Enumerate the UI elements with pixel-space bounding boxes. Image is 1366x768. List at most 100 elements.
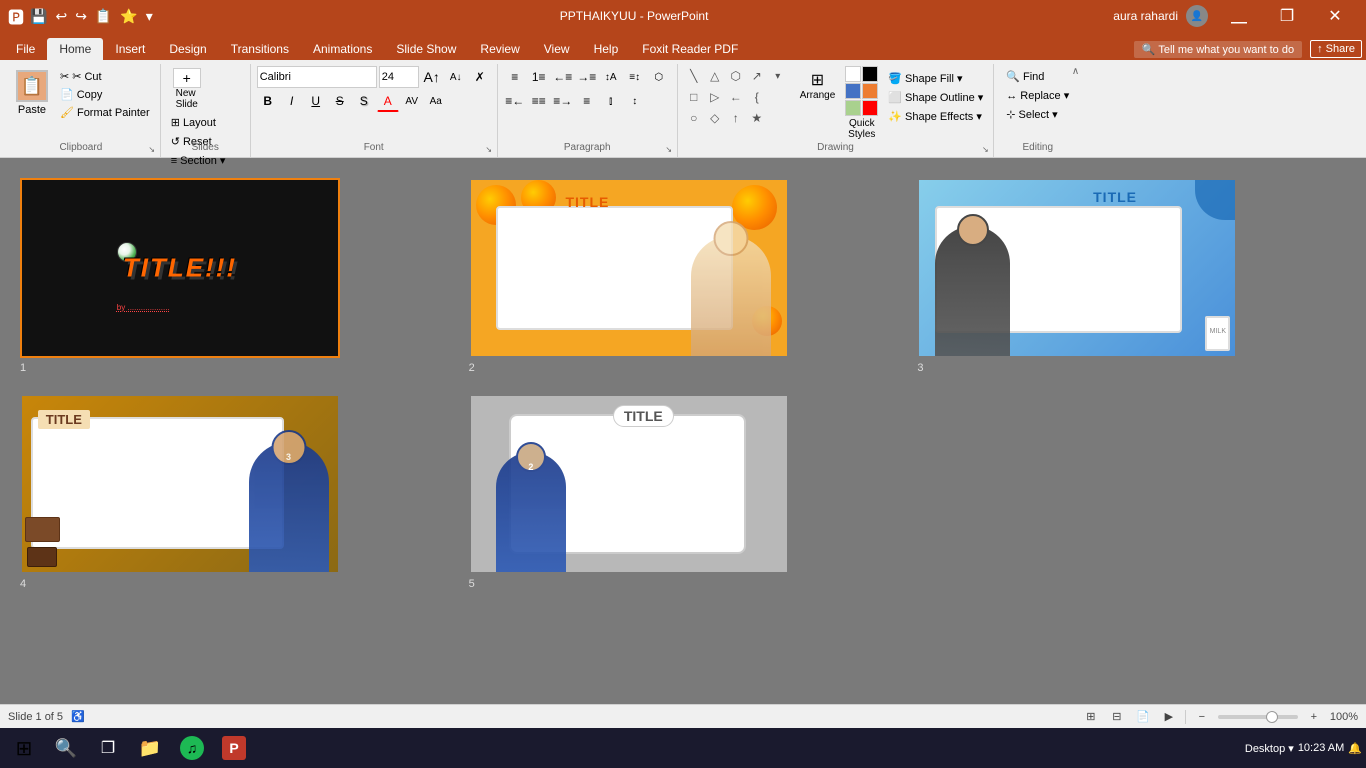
italic-button[interactable]: I bbox=[281, 90, 303, 112]
shape-left-arrow[interactable]: ← bbox=[726, 87, 746, 107]
present-quick-access[interactable]: 📋 bbox=[95, 8, 112, 25]
search-button[interactable]: 🔍 bbox=[46, 730, 86, 766]
copy-button[interactable]: 📄 Copy bbox=[56, 86, 154, 103]
shape-star[interactable]: ★ bbox=[747, 108, 767, 128]
slide-thumb-2[interactable]: TITLE bbox=[469, 178, 789, 358]
increase-indent-button[interactable]: →≡ bbox=[576, 66, 598, 88]
slide-thumb-1[interactable]: TITLE!!! by ................... bbox=[20, 178, 340, 358]
show-desktop-label[interactable]: Desktop ▾ bbox=[1245, 742, 1294, 755]
close-button[interactable]: ✕ bbox=[1312, 0, 1358, 32]
star-quick-access[interactable]: ⭐ bbox=[120, 8, 137, 25]
smartart-button[interactable]: ⬡ bbox=[648, 66, 670, 88]
spotify-button[interactable]: ♫ bbox=[172, 730, 212, 766]
line-spacing-button[interactable]: ↕ bbox=[624, 90, 646, 112]
shape-line[interactable]: ╲ bbox=[684, 66, 704, 86]
slide-thumb-5[interactable]: TITLE 2 bbox=[469, 394, 789, 574]
tab-review[interactable]: Review bbox=[468, 38, 531, 60]
tab-help[interactable]: Help bbox=[582, 38, 631, 60]
task-view-button[interactable]: ❐ bbox=[88, 730, 128, 766]
qs-red[interactable] bbox=[862, 100, 878, 116]
shape-curve[interactable]: ↗ bbox=[747, 66, 767, 86]
font-color-button[interactable]: A bbox=[377, 90, 399, 112]
align-center-button[interactable]: ≡≡ bbox=[528, 90, 550, 112]
shape-up-arrow[interactable]: ↑ bbox=[726, 108, 746, 128]
bold-button[interactable]: B bbox=[257, 90, 279, 112]
shape-bracket[interactable]: { bbox=[747, 87, 767, 107]
zoom-in-button[interactable]: + bbox=[1304, 707, 1324, 727]
slide-thumb-4[interactable]: TITLE 3 bbox=[20, 394, 340, 574]
font-expand[interactable]: ↘ bbox=[483, 143, 495, 155]
share-button[interactable]: ↑ Share bbox=[1310, 40, 1362, 58]
shape-rect[interactable]: □ bbox=[684, 87, 704, 107]
cut-button[interactable]: ✂ ✂ Cut bbox=[56, 68, 154, 85]
start-button[interactable]: ⊞ bbox=[4, 730, 44, 766]
tab-transitions[interactable]: Transitions bbox=[219, 38, 301, 60]
tab-view[interactable]: View bbox=[532, 38, 582, 60]
columns-button[interactable]: ⫾ bbox=[600, 90, 622, 112]
paragraph-expand[interactable]: ↘ bbox=[663, 143, 675, 155]
increase-font-button[interactable]: A↑ bbox=[421, 66, 443, 88]
replace-button[interactable]: ↔ Replace ▾ bbox=[1000, 87, 1075, 104]
more-quick-access[interactable]: ▾ bbox=[146, 8, 153, 25]
find-button[interactable]: 🔍 Find bbox=[1000, 68, 1075, 85]
slide-thumb-3[interactable]: TITLE MILK bbox=[917, 178, 1237, 358]
restore-button[interactable]: ❐ bbox=[1264, 0, 1310, 32]
select-button[interactable]: ⊹ Select ▾ bbox=[1000, 106, 1075, 123]
slideshow-view-button[interactable]: ▶ bbox=[1159, 707, 1179, 727]
shape-triangle[interactable]: △ bbox=[705, 66, 725, 86]
text-case-button[interactable]: Aa bbox=[425, 90, 447, 112]
decrease-indent-button[interactable]: ←≡ bbox=[552, 66, 574, 88]
shape-diamond[interactable]: ◇ bbox=[705, 108, 725, 128]
tab-slideshow[interactable]: Slide Show bbox=[384, 38, 468, 60]
undo-quick-access[interactable]: ↩ bbox=[55, 8, 67, 25]
qs-black[interactable] bbox=[862, 66, 878, 82]
shape-outline-button[interactable]: ⬜ Shape Outline ▾ bbox=[884, 89, 987, 106]
numbering-button[interactable]: 1≡ bbox=[528, 66, 550, 88]
shape-circle[interactable]: ○ bbox=[684, 108, 704, 128]
layout-button[interactable]: ⊞ Layout bbox=[167, 114, 230, 131]
notification-icon[interactable]: 🔔 bbox=[1348, 742, 1362, 755]
shape-more[interactable]: ▾ bbox=[768, 66, 788, 86]
qs-white[interactable] bbox=[845, 66, 861, 82]
underline-button[interactable]: U bbox=[305, 90, 327, 112]
tab-design[interactable]: Design bbox=[157, 38, 218, 60]
minimize-button[interactable]: ⎽ bbox=[1216, 0, 1262, 32]
tab-animations[interactable]: Animations bbox=[301, 38, 384, 60]
font-name-input[interactable] bbox=[257, 66, 377, 88]
search-what-you-want[interactable]: 🔍 Tell me what you want to do bbox=[1134, 41, 1302, 58]
qs-blue[interactable] bbox=[845, 83, 861, 99]
arrange-button[interactable]: ⊞ Arrange bbox=[794, 66, 842, 105]
char-spacing-button[interactable]: AV bbox=[401, 90, 423, 112]
align-left-button[interactable]: ≡← bbox=[504, 90, 526, 112]
drawing-expand[interactable]: ↘ bbox=[979, 143, 991, 155]
qs-green[interactable] bbox=[845, 100, 861, 116]
tab-home[interactable]: Home bbox=[47, 38, 103, 60]
decrease-font-button[interactable]: A↓ bbox=[445, 66, 467, 88]
shadow-button[interactable]: S bbox=[353, 90, 375, 112]
file-explorer-button[interactable]: 📁 bbox=[130, 730, 170, 766]
paste-button[interactable]: 📋 Paste bbox=[8, 66, 56, 120]
shape-hexagon[interactable]: ⬡ bbox=[726, 66, 746, 86]
qs-orange[interactable] bbox=[862, 83, 878, 99]
tab-foxit[interactable]: Foxit Reader PDF bbox=[630, 38, 750, 60]
shape-arrow[interactable]: ▷ bbox=[705, 87, 725, 107]
redo-quick-access[interactable]: ↪ bbox=[75, 8, 87, 25]
clipboard-expand[interactable]: ↘ bbox=[146, 143, 158, 155]
format-painter-button[interactable]: 🖌 Format Painter bbox=[56, 104, 154, 121]
slide-sorter-button[interactable]: ⊟ bbox=[1107, 707, 1127, 727]
zoom-slider[interactable] bbox=[1218, 715, 1298, 719]
text-direction-button[interactable]: ↕A bbox=[600, 66, 622, 88]
shape-effects-button[interactable]: ✨ Shape Effects ▾ bbox=[884, 108, 987, 125]
new-slide-button[interactable]: + NewSlide bbox=[167, 66, 207, 112]
tab-insert[interactable]: Insert bbox=[103, 38, 157, 60]
shape-fill-button[interactable]: 🪣 Shape Fill ▾ bbox=[884, 70, 987, 87]
justify-button[interactable]: ≡ bbox=[576, 90, 598, 112]
font-size-input[interactable] bbox=[379, 66, 419, 88]
strikethrough-button[interactable]: S bbox=[329, 90, 351, 112]
save-quick-access[interactable]: 💾 bbox=[30, 8, 47, 25]
collapse-ribbon[interactable]: ∧ bbox=[1072, 66, 1079, 77]
reading-view-button[interactable]: 📄 bbox=[1133, 707, 1153, 727]
zoom-out-button[interactable]: − bbox=[1192, 707, 1212, 727]
accessibility-icon[interactable]: ♿ bbox=[71, 710, 85, 723]
clear-format-button[interactable]: ✗ bbox=[469, 66, 491, 88]
